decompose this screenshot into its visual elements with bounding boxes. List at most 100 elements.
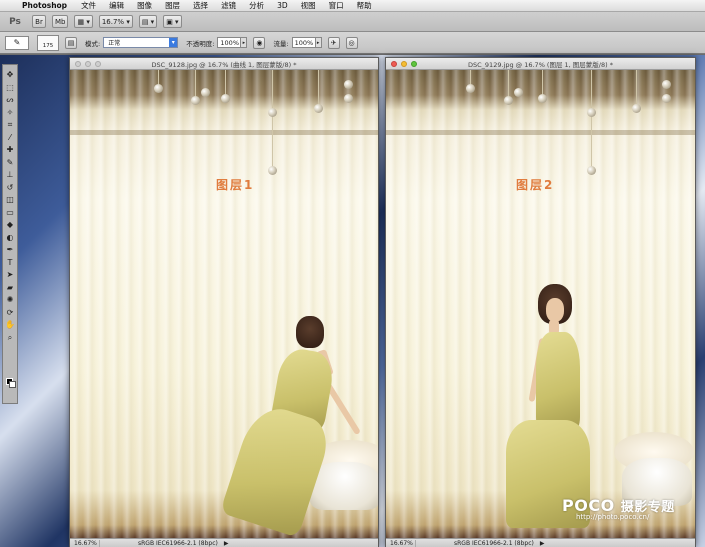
document-title-bar[interactable]: DSC_9128.jpg @ 16.7% (曲线 1, 图层蒙版/8) * [70, 58, 378, 70]
move-tool-icon[interactable]: ✥ [5, 69, 16, 80]
pearl-ornament [344, 80, 353, 89]
marquee-tool-icon[interactable]: ⬚ [5, 82, 16, 93]
lasso-tool-icon[interactable]: ᔕ [5, 94, 16, 105]
3d-orbit-tool-icon[interactable]: ⟳ [5, 307, 16, 318]
pen-tool-icon[interactable]: ✒ [5, 244, 16, 255]
path-selection-tool-icon[interactable]: ➤ [5, 269, 16, 280]
shape-tool-icon[interactable]: ▰ [5, 282, 16, 293]
person-hair [296, 316, 324, 348]
pearl-ornament [587, 108, 596, 117]
zoom-level[interactable]: 16.67% [390, 539, 416, 547]
opacity-dropdown-icon[interactable]: ▸ [241, 37, 248, 48]
close-icon[interactable] [75, 61, 81, 67]
white-chair [310, 462, 378, 510]
pressure-size-icon[interactable]: ◎ [345, 36, 358, 49]
layer-label: 图层1 [216, 178, 255, 192]
ps-logo: Ps [9, 16, 21, 27]
opacity-label: 不透明度: [186, 39, 215, 48]
healing-brush-tool-icon[interactable]: ✚ [5, 144, 16, 155]
pearl-ornament [514, 88, 523, 97]
zoom-level-select[interactable]: 16.7% ▾ [98, 15, 133, 28]
flow-input[interactable]: 100% [291, 37, 316, 48]
blur-tool-icon[interactable]: ◆ [5, 219, 16, 230]
brush-tool-preset-icon[interactable]: ✎ [5, 35, 29, 50]
layer-label: 图层2 [516, 178, 555, 192]
document-title-bar[interactable]: DSC_9129.jpg @ 16.7% (图层 1, 图层蒙版/8) * [386, 58, 695, 70]
pearl-ornament [191, 96, 200, 105]
zoom-tool-icon[interactable]: ⌕ [5, 332, 16, 343]
zoom-level[interactable]: 16.67% [74, 539, 100, 547]
history-brush-tool-icon[interactable]: ↺ [5, 182, 16, 193]
opacity-input[interactable]: 100% [217, 37, 242, 48]
pearl-ornament [466, 84, 475, 93]
menu-3d[interactable]: 3D [277, 1, 288, 10]
menu-image[interactable]: 图像 [137, 0, 152, 11]
menu-help[interactable]: 帮助 [357, 0, 372, 11]
document-window-1: DSC_9128.jpg @ 16.7% (曲线 1, 图层蒙版/8) * 图层… [69, 57, 379, 547]
options-bar: ✎ 175 ▤ 模式: 正常 ▾ 不透明度: 100% ▸ ◉ 流量: 100% … [0, 32, 705, 54]
background-color-swatch[interactable] [9, 381, 16, 388]
color-profile: sRGB IEC61966-2.1 (8bpc) [138, 539, 218, 547]
document-window-2: DSC_9129.jpg @ 16.7% (图层 1, 图层蒙版/8) * 图层… [385, 57, 696, 547]
minimize-icon[interactable] [401, 61, 407, 67]
menu-filter[interactable]: 滤镜 [221, 0, 236, 11]
crop-tool-icon[interactable]: ⌗ [5, 119, 16, 130]
screen-mode-button[interactable]: ▣ ▾ [163, 15, 182, 28]
eyedropper-tool-icon[interactable]: ⁄ [5, 132, 16, 143]
quick-select-tool-icon[interactable]: ✧ [5, 107, 16, 118]
document-canvas[interactable]: 图层1 [70, 70, 378, 538]
flow-label: 流量: [273, 39, 289, 48]
menu-analysis[interactable]: 分析 [249, 0, 264, 11]
document-title: DSC_9128.jpg @ 16.7% (曲线 1, 图层蒙版/8) * [151, 60, 297, 69]
menu-select[interactable]: 选择 [193, 0, 208, 11]
close-icon[interactable] [391, 61, 397, 67]
minibridge-button[interactable]: Mb [52, 15, 69, 28]
pressure-opacity-icon[interactable]: ◉ [253, 36, 266, 49]
pearl-ornament [504, 96, 513, 105]
airbrush-icon[interactable]: ✈ [327, 36, 340, 49]
gradient-tool-icon[interactable]: ▭ [5, 207, 16, 218]
dress [536, 332, 580, 432]
menu-edit[interactable]: 编辑 [109, 0, 124, 11]
brush-tool-icon[interactable]: ✎ [5, 157, 16, 168]
poco-watermark: POCO 摄影专题 http://photo.poco.cn/ [562, 496, 675, 521]
3d-rotate-tool-icon[interactable]: ✺ [5, 294, 16, 305]
status-menu-icon[interactable]: ▶ [540, 540, 545, 547]
pearl-ornament [538, 94, 547, 103]
zoom-window-icon[interactable] [411, 61, 417, 67]
brush-size-picker[interactable]: 175 [37, 34, 59, 51]
person-face [546, 298, 564, 322]
menu-file[interactable]: 文件 [81, 0, 96, 11]
eraser-tool-icon[interactable]: ◫ [5, 194, 16, 205]
blend-mode-select[interactable]: 正常 ▾ [103, 37, 179, 48]
flow-dropdown-icon[interactable]: ▸ [315, 37, 322, 48]
app-menu[interactable]: Photoshop [22, 1, 67, 10]
arrange-documents-button[interactable]: ▤ ▾ [138, 15, 158, 28]
status-bar: 16.67% sRGB IEC61966-2.1 (8bpc) ▶ [70, 538, 378, 547]
menu-window[interactable]: 窗口 [329, 0, 344, 11]
tools-panel: ✥ ⬚ ᔕ ✧ ⌗ ⁄ ✚ ✎ ⊥ ↺ ◫ ▭ ◆ ◐ ✒ T ➤ ▰ ✺ ⟳ … [2, 64, 18, 404]
hand-tool-icon[interactable]: ✋ [5, 319, 16, 330]
type-tool-icon[interactable]: T [5, 257, 16, 268]
menubar: Photoshop 文件 编辑 图像 图层 选择 滤镜 分析 3D 视图 窗口 … [0, 0, 705, 12]
document-canvas[interactable]: 图层2 [386, 70, 695, 538]
mode-label: 模式: [85, 39, 101, 48]
brush-panel-toggle-icon[interactable]: ▤ [65, 36, 77, 49]
pearl-ornament [268, 166, 277, 175]
menu-view[interactable]: 视图 [301, 0, 316, 11]
pearl-ornament [154, 84, 163, 93]
clone-stamp-tool-icon[interactable]: ⊥ [5, 169, 16, 180]
bridge-button[interactable]: Br [32, 15, 46, 28]
status-menu-icon[interactable]: ▶ [224, 540, 229, 547]
pearl-ornament [662, 80, 671, 89]
dodge-tool-icon[interactable]: ◐ [5, 232, 16, 243]
document-title: DSC_9129.jpg @ 16.7% (图层 1, 图层蒙版/8) * [468, 60, 613, 69]
pearl-ornament [201, 88, 210, 97]
view-extras-button[interactable]: ▦ ▾ [74, 15, 93, 28]
minimize-icon[interactable] [85, 61, 91, 67]
pearl-ornament [344, 94, 353, 103]
menu-layer[interactable]: 图层 [165, 0, 180, 11]
zoom-window-icon[interactable] [95, 61, 101, 67]
pearl-ornament [268, 108, 277, 117]
pearl-ornament [221, 94, 230, 103]
